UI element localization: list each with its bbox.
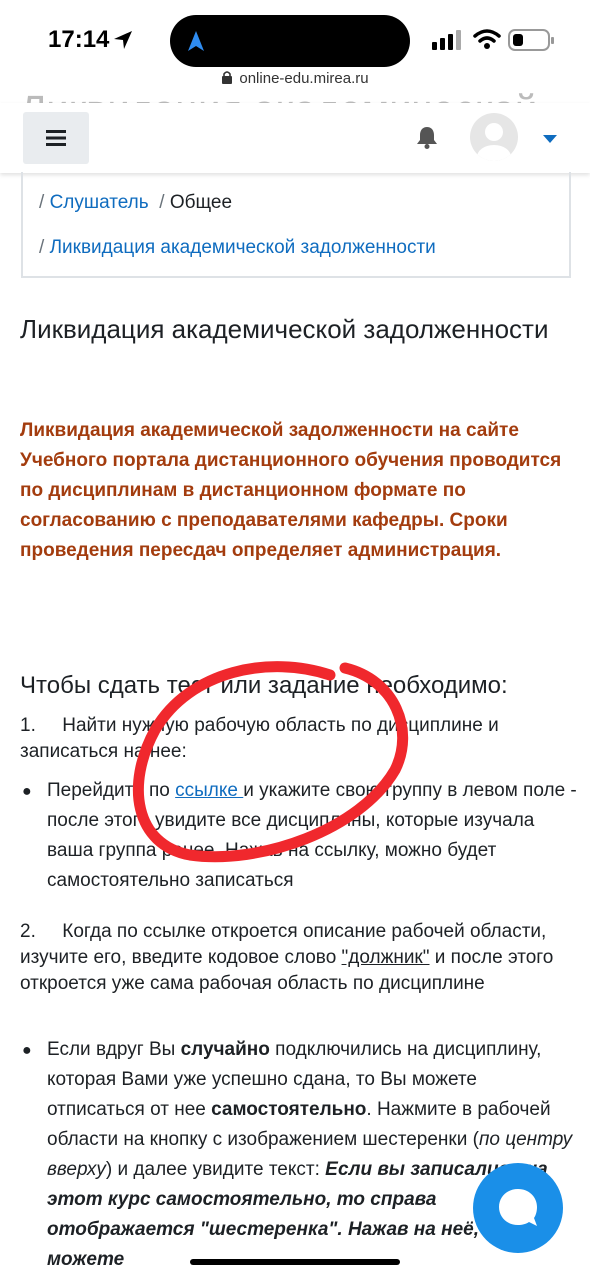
breadcrumb bbox=[21, 172, 571, 278]
breadcrumb-item-listener[interactable]: Слушатель bbox=[50, 192, 149, 213]
hamburger-icon bbox=[46, 130, 66, 146]
breadcrumb-item-debt[interactable]: Ликвидация академической задолженности bbox=[50, 237, 436, 258]
status-time: 17:14 bbox=[48, 26, 110, 53]
breadcrumb-separator: / bbox=[39, 192, 50, 213]
page-title: Ликвидация академической задолженности bbox=[20, 314, 549, 344]
wifi-icon bbox=[473, 28, 501, 55]
user-avatar[interactable] bbox=[470, 113, 518, 161]
keyword: "должник" bbox=[341, 947, 430, 968]
chat-bubble-icon bbox=[499, 1189, 537, 1226]
home-indicator bbox=[190, 1259, 400, 1265]
bullet-text: ) и далее увидите текст: bbox=[105, 1159, 326, 1180]
red-annotation-circle bbox=[132, 661, 409, 863]
navigation-arrow-icon bbox=[188, 31, 204, 51]
user-silhouette-icon bbox=[477, 123, 511, 161]
bullet-text: Если вдруг Вы bbox=[47, 1039, 181, 1060]
bold-text: случайно bbox=[180, 1039, 270, 1060]
location-arrow-icon bbox=[112, 29, 134, 51]
breadcrumb-separator: / bbox=[39, 237, 50, 258]
step-number: 1. bbox=[20, 715, 36, 736]
bullet-dot: ● bbox=[22, 783, 32, 800]
bullet-dot: ● bbox=[22, 1042, 32, 1059]
step-number: 2. bbox=[20, 921, 36, 942]
breadcrumb-row-2: / Ликвидация академической задолженности bbox=[39, 237, 436, 259]
breadcrumb-separator: / bbox=[153, 192, 170, 213]
cellular-signal-icon bbox=[432, 30, 464, 55]
breadcrumb-item-general: Общее bbox=[169, 192, 233, 213]
dynamic-island bbox=[170, 15, 410, 67]
notifications-bell-icon[interactable] bbox=[415, 125, 439, 154]
step-2: 2. Когда по ссылке откроется описание ра… bbox=[20, 919, 570, 997]
battery-icon bbox=[508, 28, 556, 57]
breadcrumb-row-1: / Слушатель / Общее bbox=[39, 192, 232, 214]
menu-button[interactable] bbox=[23, 112, 89, 164]
bold-text: самостоятельно bbox=[211, 1099, 367, 1120]
notice-text: Ликвидация академической задолженности н… bbox=[20, 420, 562, 561]
user-menu-caret-icon[interactable] bbox=[543, 130, 557, 148]
chat-button[interactable] bbox=[473, 1163, 563, 1253]
